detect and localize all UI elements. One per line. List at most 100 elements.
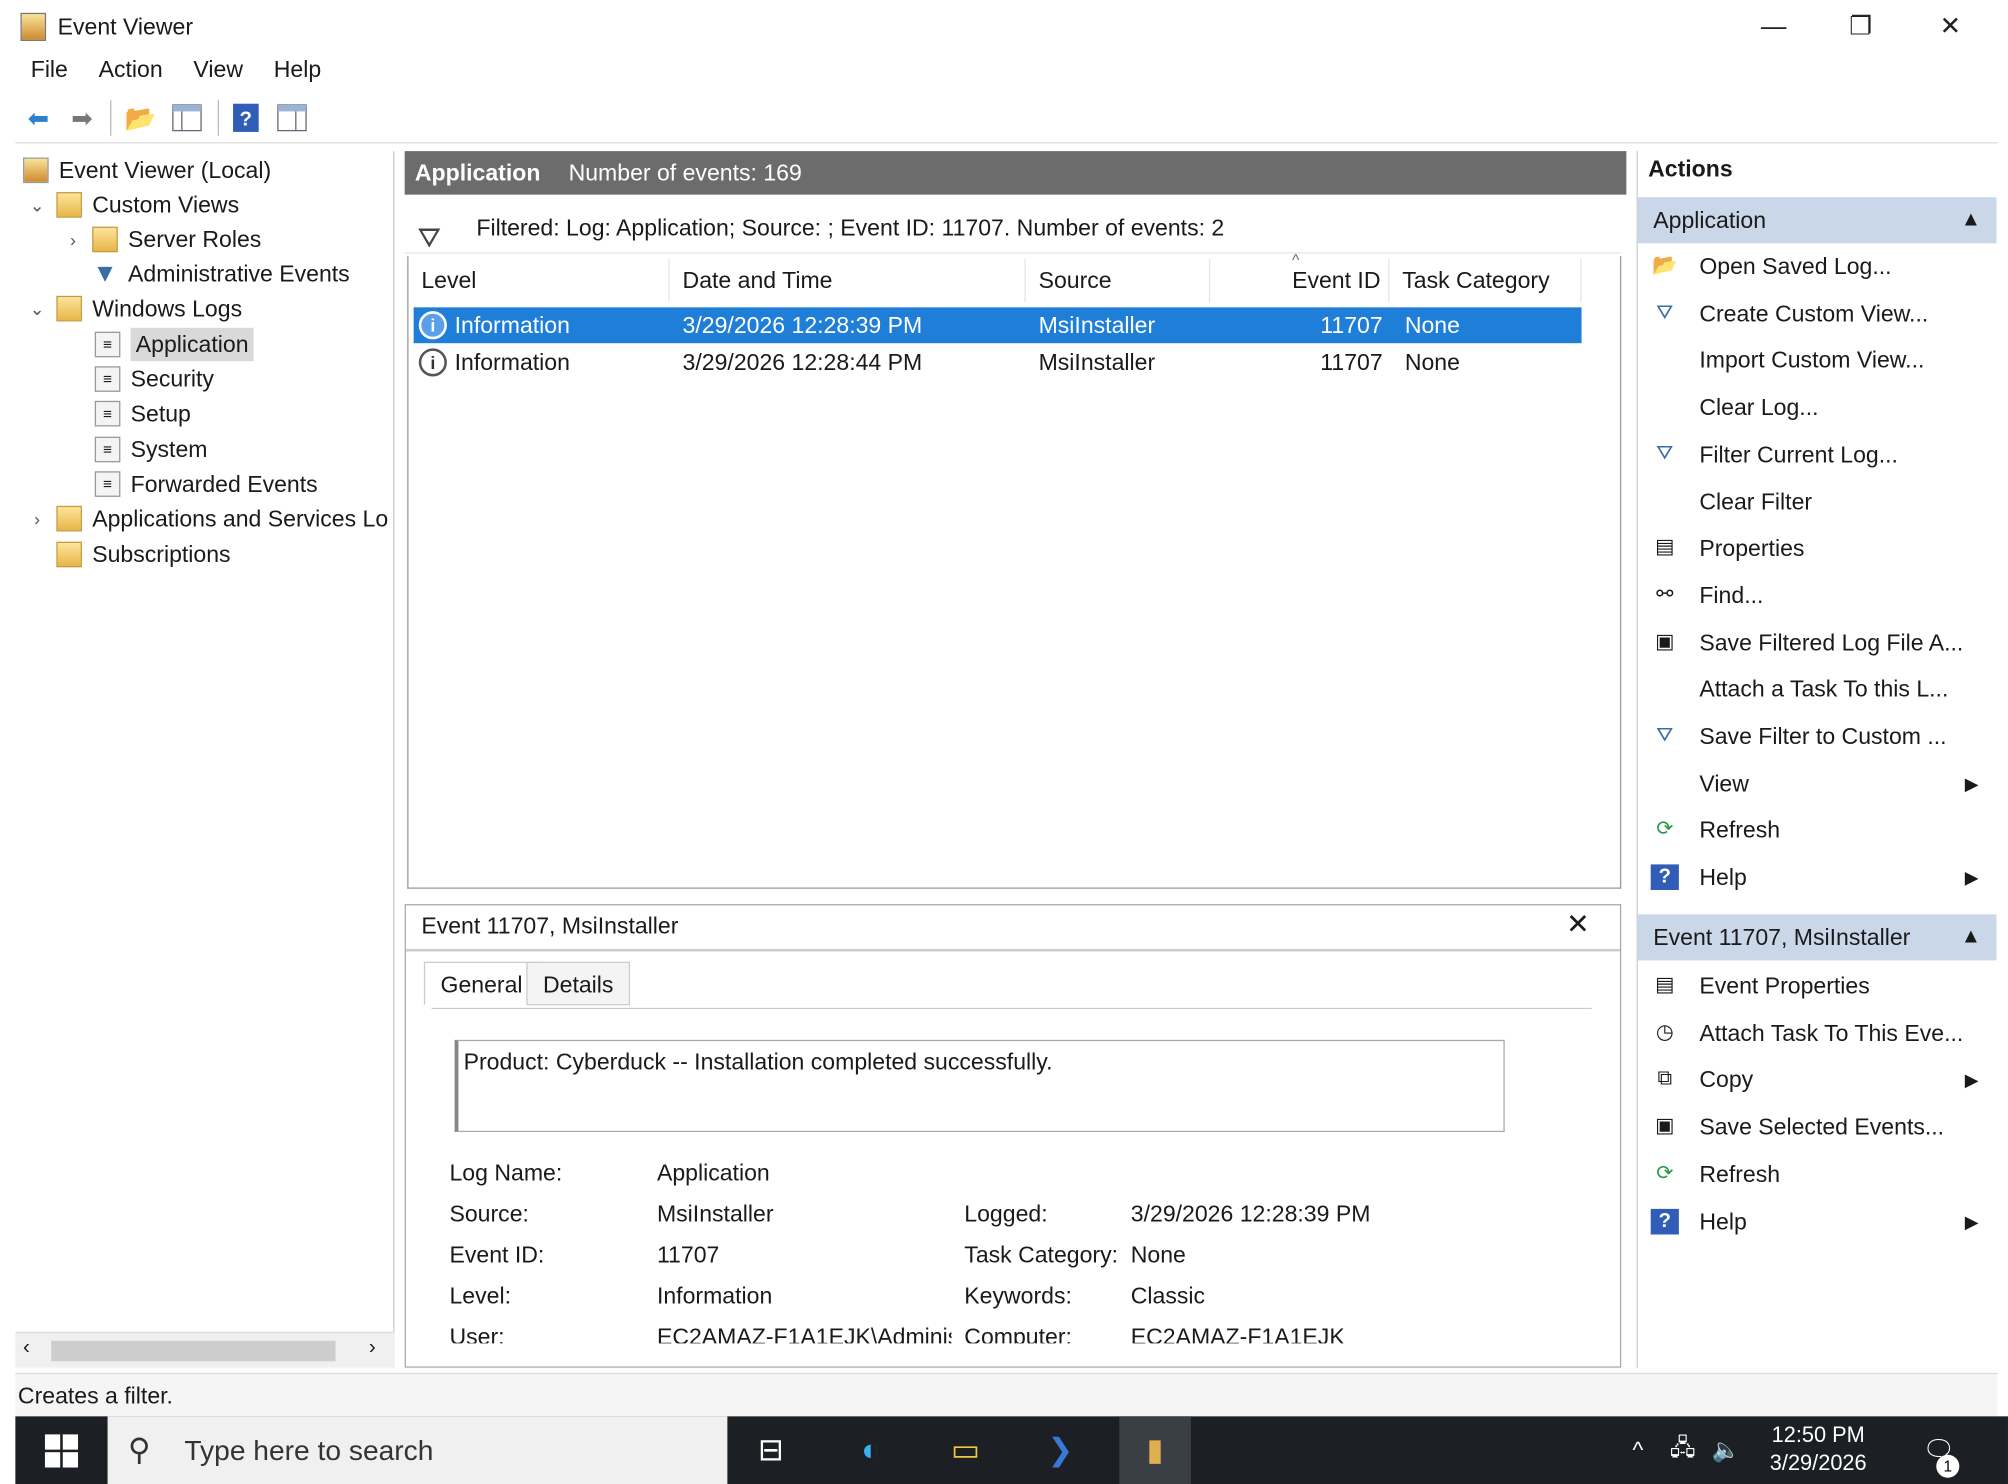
minimize-button[interactable]: — [1744,5,1803,49]
help-icon: ? [1650,864,1679,891]
collapse-icon[interactable]: ▲ [1961,914,1981,960]
action-filter-current-log[interactable]: ⛛ Filter Current Log... [1638,431,1997,477]
taskbar-clock[interactable]: 12:50 PM 3/29/2026 [1770,1421,1867,1477]
sort-ascending-icon: ^ [1292,250,1300,269]
tree-item-custom-views[interactable]: ⌄ Custom Views [26,188,240,221]
powershell-icon[interactable]: ❯ [1024,1416,1096,1484]
field-user: EC2AMAZ-F1A1EJK\Adminis [656,1324,952,1344]
windows-start-icon[interactable] [15,1416,107,1484]
tree-item-setup[interactable]: ≡ Setup [94,397,191,430]
field-label: Task Category: [964,1242,1119,1268]
action-save-filter-to-custom[interactable]: ⛛ Save Filter to Custom ... [1638,713,1997,759]
file-explorer-icon[interactable]: ▭ [930,1416,1002,1484]
event-category: None [1404,312,1460,339]
close-button[interactable]: ✕ [1921,5,1980,49]
chevron-down-icon[interactable]: ⌄ [26,292,49,325]
tree-item-application[interactable]: ≡ Application [94,327,254,362]
chevron-right-icon[interactable]: › [26,502,49,535]
action-properties[interactable]: ▤ Properties [1638,525,1997,571]
actions-section-event[interactable]: Event 11707, MsiInstaller ▲ [1637,914,1997,961]
action-import-custom-view[interactable]: Import Custom View... [1638,337,1997,383]
action-attach-task-to-this-eve[interactable]: ◷ Attach Task To This Eve... [1638,1010,1997,1056]
action-label: Refresh [1699,1161,1781,1187]
close-icon[interactable]: ✕ [1566,908,1590,941]
tree-item-administrative-events[interactable]: ▼ Administrative Events [92,257,350,290]
tab-details[interactable]: Details [526,961,631,1006]
action-create-custom-view[interactable]: ⛛ Create Custom View... [1638,290,1997,336]
action-help[interactable]: ? Help ▶ [1638,1198,1997,1244]
log-name: Application [414,160,541,186]
action-attach-a-task-to-this-l[interactable]: Attach a Task To this L... [1638,666,1997,712]
tab-general[interactable]: General [423,961,540,1006]
tree-item-security[interactable]: ≡ Security [94,362,214,395]
action-open-saved-log[interactable]: 📂 Open Saved Log... [1638,243,1997,289]
search-icon: ⚲ [128,1432,151,1468]
action-help[interactable]: ? Help ▶ [1638,854,1997,900]
action-clear-log[interactable]: Clear Log... [1638,384,1997,430]
event-count: Number of events: 169 [568,160,802,186]
collapse-icon[interactable]: ▲ [1961,197,1981,243]
chevron-right-icon[interactable]: › [61,223,84,256]
action-event-properties[interactable]: ▤ Event Properties [1638,963,1997,1009]
up-folder-icon[interactable]: 📂 [123,100,159,136]
event-viewer-taskbar-icon[interactable]: ▮ [1119,1416,1191,1484]
tree-item-forwarded-events[interactable]: ≡ Forwarded Events [94,467,318,500]
tree-item-server-roles[interactable]: › Server Roles [61,223,261,256]
help-icon[interactable]: ? [228,100,264,136]
scroll-left-icon[interactable]: ‹ [23,1337,30,1360]
scroll-right-icon[interactable]: › [369,1337,376,1360]
tree-item-system[interactable]: ≡ System [94,433,207,466]
col-source[interactable]: Source [1026,258,1211,303]
submenu-arrow-icon: ▶ [1964,773,1979,794]
event-row[interactable]: i Information 3/29/2026 12:28:44 PM MsiI… [414,344,1582,380]
tree-item-event-viewer-local[interactable]: Event Viewer (Local) [23,154,271,187]
field-level: Information [656,1283,773,1309]
show-hide-action-pane-icon[interactable] [274,100,310,136]
show-hide-tree-icon[interactable] [169,100,205,136]
taskbar-search-box[interactable]: ⚲ Type here to search [107,1416,728,1484]
menu-action[interactable]: Action [83,51,178,88]
event-row[interactable]: i Information 3/29/2026 12:28:39 PM MsiI… [413,307,1582,344]
action-label: Attach Task To This Eve... [1699,1020,1964,1046]
field-label: Logged: [964,1201,1048,1227]
console-tree: Event Viewer (Local) ⌄ Custom Views › Serv… [15,151,395,1368]
action-find[interactable]: ⚯ Find... [1638,572,1997,618]
show-hidden-icons-chevron-icon[interactable]: ^ [1619,1416,1657,1484]
save-icon: ▣ [1655,630,1675,653]
action-save-selected-events[interactable]: ▣ Save Selected Events... [1638,1104,1997,1150]
task-view-icon[interactable]: ⊟ [735,1416,807,1484]
event-id: 11707 [1320,349,1383,376]
restore-button[interactable]: ❐ [1831,5,1890,49]
col-level[interactable]: Level [409,258,670,303]
title-bar: Event Viewer — ❐ ✕ [15,5,1997,49]
volume-muted-icon[interactable]: 🔈 [1706,1416,1747,1484]
forward-arrow-icon[interactable]: ➡ [64,100,100,136]
tree-item-applications-and-services[interactable]: › Applications and Services Lo [26,502,388,535]
event-level: Information [454,349,570,376]
event-description[interactable]: Product: Cyberduck -- Installation compl… [454,1039,1505,1133]
col-date-time[interactable]: Date and Time [670,258,1026,303]
menu-view[interactable]: View [178,51,258,88]
action-refresh[interactable]: ⟳ Refresh [1638,1151,1997,1197]
event-datetime: 3/29/2026 12:28:39 PM [682,312,923,339]
log-icon: ≡ [94,331,121,358]
action-save-filtered-log-file-a[interactable]: ▣ Save Filtered Log File A... [1638,619,1997,665]
scroll-thumb[interactable] [51,1340,336,1362]
network-icon[interactable]: 🖧 [1662,1416,1703,1484]
tree-horizontal-scrollbar[interactable]: ‹ › [15,1331,395,1368]
menu-file[interactable]: File [15,51,83,88]
edge-browser-icon[interactable]: ◐ [835,1416,907,1484]
tree-item-subscriptions[interactable]: Subscriptions [56,538,231,571]
copy-icon: ⧉ [1657,1068,1673,1091]
action-clear-filter[interactable]: Clear Filter [1638,478,1997,524]
back-arrow-icon[interactable]: ⬅ [20,100,56,136]
action-view[interactable]: View ▶ [1638,760,1997,806]
action-refresh[interactable]: ⟳ Refresh [1638,807,1997,853]
tree-item-windows-logs[interactable]: ⌄ Windows Logs [26,292,242,325]
menu-help[interactable]: Help [258,51,336,88]
action-copy[interactable]: ⧉ Copy ▶ [1638,1057,1997,1103]
actions-section-application[interactable]: Application ▲ [1637,197,1997,244]
chevron-down-icon[interactable]: ⌄ [26,188,49,221]
submenu-arrow-icon: ▶ [1964,1069,1979,1091]
col-task-category[interactable]: Task Category [1389,258,1582,303]
